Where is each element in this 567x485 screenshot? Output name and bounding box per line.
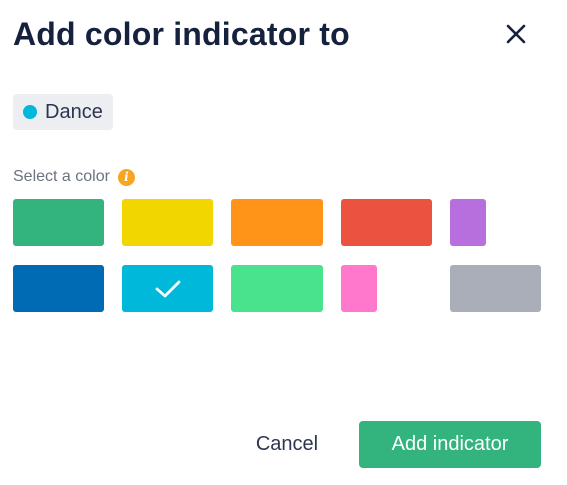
- tag-label: Dance: [45, 100, 103, 123]
- color-swatch-blue[interactable]: [13, 265, 104, 312]
- cancel-button[interactable]: Cancel: [240, 421, 334, 468]
- select-color-label: Select a color i: [13, 168, 135, 186]
- color-swatch-yellow[interactable]: [122, 199, 213, 246]
- tag-color-dot: [23, 105, 37, 119]
- dialog-title: Add color indicator to: [13, 16, 350, 52]
- color-swatch-orange[interactable]: [231, 199, 323, 246]
- close-icon[interactable]: [500, 18, 532, 50]
- color-swatch-red[interactable]: [341, 199, 432, 246]
- checkmark-icon: [155, 280, 180, 297]
- item-tag: Dance: [13, 94, 113, 130]
- info-icon[interactable]: i: [117, 168, 135, 186]
- color-swatch-purple[interactable]: [450, 199, 486, 246]
- color-swatch-gray[interactable]: [450, 265, 541, 312]
- add-indicator-button[interactable]: Add indicator: [359, 421, 541, 468]
- color-swatch-mint[interactable]: [231, 265, 323, 312]
- color-swatch-green[interactable]: [13, 199, 104, 246]
- color-swatch-pink[interactable]: [341, 265, 377, 312]
- color-swatch-cyan[interactable]: [122, 265, 213, 312]
